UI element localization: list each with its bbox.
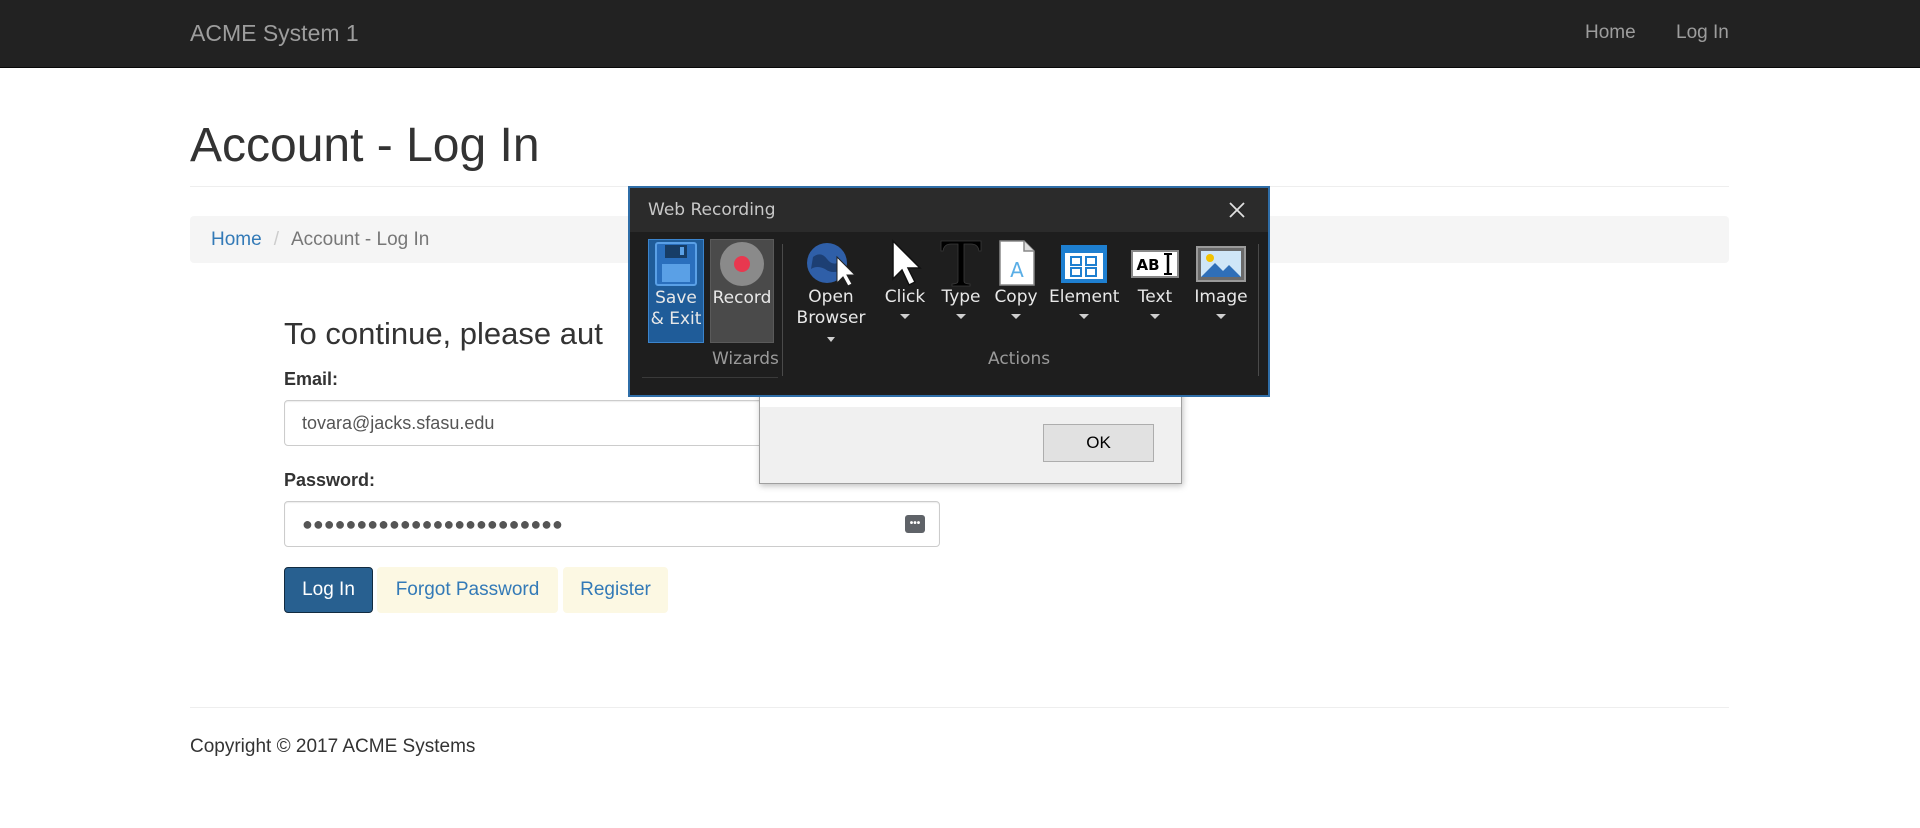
image-icon	[1196, 246, 1246, 282]
copyright-text: Copyright © 2017 ACME Systems	[190, 736, 476, 757]
footer-divider	[190, 707, 1729, 708]
save-label-line2: & Exit	[650, 309, 702, 329]
password-manager-icon[interactable]: •••	[905, 515, 925, 533]
open-browser-button[interactable]: Open Browser	[790, 239, 872, 350]
text-button[interactable]: AB Text	[1126, 239, 1184, 319]
chevron-down-icon	[1079, 314, 1089, 319]
floppy-disk-icon	[655, 242, 697, 286]
recorder-ribbon: Save & Exit Record Open Browser Click Ty…	[630, 232, 1268, 395]
message-dialog: OK	[759, 388, 1182, 484]
record-button[interactable]: Record	[710, 239, 774, 343]
chevron-down-icon	[1011, 314, 1021, 319]
close-icon[interactable]	[1223, 196, 1251, 224]
image-label: Image	[1194, 287, 1248, 307]
save-label-line1: Save	[655, 288, 697, 308]
image-button[interactable]: Image	[1191, 239, 1251, 319]
click-button[interactable]: Click	[880, 239, 930, 319]
password-value: ●●●●●●●●●●●●●●●●●●●●●●●●	[302, 514, 563, 534]
text-label: Text	[1137, 287, 1173, 307]
email-value: tovara@jacks.sfasu.edu	[302, 413, 495, 433]
chevron-down-icon	[1150, 314, 1160, 319]
open-label-line1: Open	[808, 287, 854, 307]
actions-group-label: Actions	[988, 349, 1051, 369]
svg-text:A: A	[1010, 258, 1024, 282]
record-icon	[720, 242, 764, 286]
record-label: Record	[712, 288, 772, 308]
top-navbar: ACME System 1 Home Log In	[0, 0, 1920, 68]
type-t-icon	[940, 240, 982, 287]
chevron-down-icon	[956, 314, 966, 319]
login-button[interactable]: Log In	[284, 567, 373, 613]
breadcrumb-home-link[interactable]: Home	[211, 229, 262, 250]
svg-text:AB: AB	[1136, 256, 1159, 274]
cursor-icon	[892, 239, 922, 287]
register-button[interactable]: Register	[563, 567, 668, 613]
chevron-down-icon	[827, 336, 835, 342]
text-abi-icon: AB	[1131, 250, 1179, 278]
wizards-group-rule	[642, 377, 778, 378]
nav-login-link[interactable]: Log In	[1676, 0, 1729, 68]
type-label: Type	[941, 287, 981, 307]
copy-label: Copy	[994, 287, 1038, 307]
breadcrumb-current: Account - Log In	[290, 229, 430, 250]
nav-home-link[interactable]: Home	[1585, 0, 1636, 68]
breadcrumb-separator: /	[273, 229, 279, 250]
open-label-line2: Browser	[796, 308, 866, 328]
form-heading: To continue, please aut	[284, 316, 603, 351]
wizards-group-label: Wizards	[712, 349, 779, 369]
email-label: Email:	[284, 369, 339, 389]
password-label: Password:	[284, 470, 376, 490]
copy-button[interactable]: A Copy	[991, 239, 1041, 319]
brand-link[interactable]: ACME System 1	[190, 0, 359, 68]
web-recording-window: Web Recording Save & Exit Record Open Br…	[628, 186, 1270, 397]
element-label: Element	[1049, 287, 1120, 307]
element-button[interactable]: Element	[1049, 239, 1119, 319]
type-button[interactable]: Type	[936, 239, 986, 319]
group-separator	[1258, 244, 1259, 376]
forgot-password-button[interactable]: Forgot Password	[377, 567, 558, 613]
save-exit-button[interactable]: Save & Exit	[648, 239, 704, 343]
recorder-title: Web Recording	[648, 200, 776, 220]
page-title: Account - Log In	[190, 119, 540, 172]
element-window-icon	[1061, 245, 1107, 283]
chevron-down-icon	[900, 314, 910, 319]
globe-cursor-icon	[807, 243, 857, 287]
chevron-down-icon	[1216, 314, 1226, 319]
group-separator	[782, 244, 783, 376]
password-field[interactable]: ●●●●●●●●●●●●●●●●●●●●●●●● •••	[284, 501, 940, 547]
ok-button[interactable]: OK	[1043, 424, 1154, 462]
click-label: Click	[884, 287, 926, 307]
copy-document-icon: A	[999, 240, 1035, 286]
